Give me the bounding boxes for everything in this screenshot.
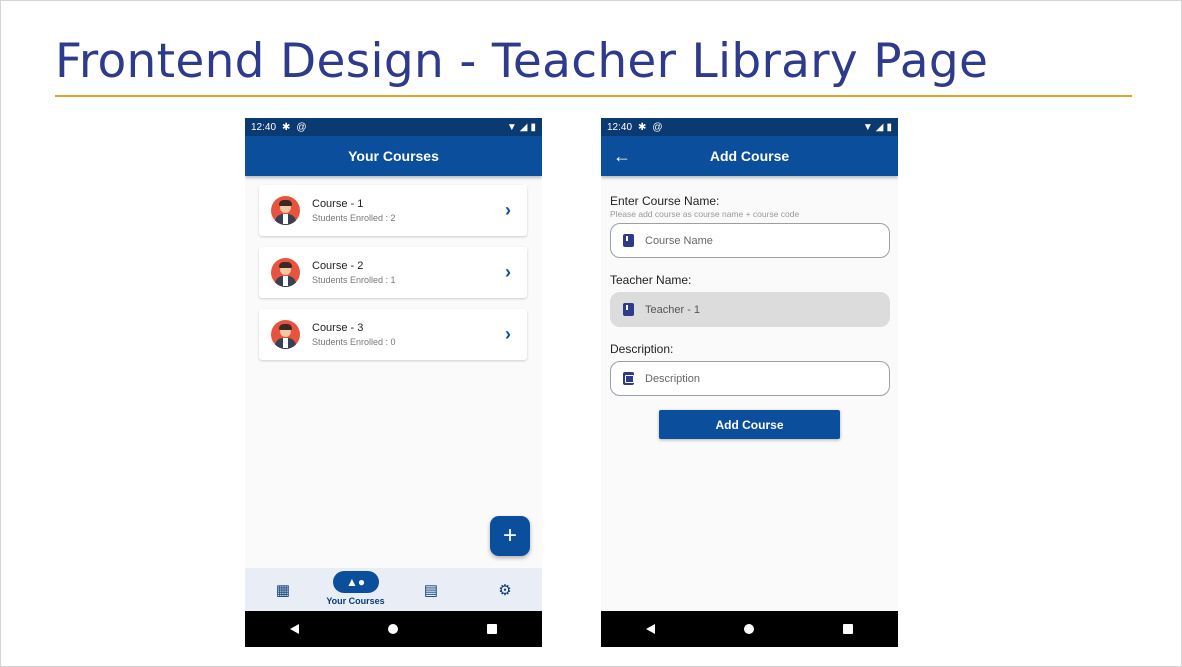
chevron-right-icon[interactable]: › <box>505 324 511 345</box>
course-name-hint: Please add course as course name + cours… <box>610 209 800 219</box>
status-bar: 12:40 ✱ @ ▼ ◢ ▮ <box>245 118 542 136</box>
course-card[interactable]: Course - 3 Students Enrolled : 0 › <box>259 309 527 360</box>
course-enrolled: Students Enrolled : 0 <box>312 337 396 347</box>
course-card[interactable]: Course - 1 Students Enrolled : 2 › <box>259 185 527 236</box>
course-enrolled: Students Enrolled : 1 <box>312 275 396 285</box>
course-name: Course - 3 <box>312 322 364 334</box>
back-triangle-icon[interactable] <box>645 624 655 634</box>
bottom-nav: ▦ ▲● Your Courses ▤ ⚙ <box>245 568 542 611</box>
teacher-avatar-icon <box>271 320 300 349</box>
book-icon <box>623 234 634 247</box>
description-field[interactable] <box>610 361 890 396</box>
system-nav-bar <box>245 611 542 647</box>
title-divider <box>55 95 1132 97</box>
description-label: Description: <box>610 342 674 356</box>
chevron-right-icon[interactable]: › <box>505 262 511 283</box>
battery-icon: ▮ <box>530 121 536 133</box>
phone-your-courses: 12:40 ✱ @ ▼ ◢ ▮ Your Courses Course - 1 … <box>245 118 542 647</box>
slide-border <box>0 0 1182 667</box>
at-icon: @ <box>652 121 663 133</box>
nav-dashboard[interactable]: ▦ <box>273 568 293 611</box>
teacher-name-field: Teacher - 1 <box>610 292 890 327</box>
course-name: Course - 1 <box>312 198 364 210</box>
dashboard-icon: ▦ <box>275 582 291 599</box>
nav-your-courses[interactable]: ▲● Your Courses <box>323 568 388 611</box>
course-enrolled: Students Enrolled : 2 <box>312 213 396 223</box>
description-icon <box>623 372 634 385</box>
nav-chat[interactable]: ▤ <box>421 568 441 611</box>
app-bar: Your Courses <box>245 136 542 176</box>
teacher-name-value: Teacher - 1 <box>645 303 701 316</box>
course-name: Course - 2 <box>312 260 364 272</box>
app-bar: ← Add Course <box>601 136 898 176</box>
teacher-avatar-icon <box>271 258 300 287</box>
course-name-field[interactable] <box>610 223 890 258</box>
chat-icon: ▤ <box>423 582 439 599</box>
screen-title: Your Courses <box>348 148 439 164</box>
slide-title: Frontend Design - Teacher Library Page <box>55 34 989 89</box>
wifi-icon: ▼ <box>862 121 873 133</box>
teacher-name-label: Teacher Name: <box>610 273 692 287</box>
signal-icon: ◢ <box>519 121 528 133</box>
course-name-input[interactable] <box>645 234 845 247</box>
add-course-form: Enter Course Name: Please add course as … <box>610 194 890 396</box>
arrow-back-icon[interactable]: ← <box>613 146 631 167</box>
back-triangle-icon[interactable] <box>289 624 299 634</box>
book-icon <box>623 303 634 316</box>
recents-square-icon[interactable] <box>843 624 854 634</box>
home-circle-icon[interactable] <box>387 624 398 634</box>
phone-add-course: 12:40 ✱ @ ▼ ◢ ▮ ← Add Course Enter Cours… <box>601 118 898 647</box>
teacher-avatar-icon <box>271 196 300 225</box>
add-course-fab[interactable]: + <box>490 516 530 556</box>
screen-title: Add Course <box>709 148 790 164</box>
status-bar: 12:40 ✱ @ ▼ ◢ ▮ <box>601 118 898 136</box>
add-course-button[interactable]: Add Course <box>659 410 840 439</box>
status-time: 12:40 <box>607 121 633 133</box>
at-icon: @ <box>296 121 307 133</box>
course-card[interactable]: Course - 2 Students Enrolled : 1 › <box>259 247 527 298</box>
chevron-right-icon[interactable]: › <box>505 200 511 221</box>
battery-icon: ▮ <box>886 121 892 133</box>
signal-icon: ◢ <box>875 121 884 133</box>
settings-icon: ⚙ <box>498 582 512 599</box>
nav-settings[interactable]: ⚙ <box>495 568 515 611</box>
nav-label: Your Courses <box>326 596 385 606</box>
gear-icon: ✱ <box>638 121 647 133</box>
shapes-icon: ▲● <box>332 571 379 593</box>
description-input[interactable] <box>645 372 845 385</box>
home-circle-icon[interactable] <box>743 624 754 634</box>
status-time: 12:40 <box>251 121 277 133</box>
system-nav-bar <box>601 611 898 647</box>
wifi-icon: ▼ <box>506 121 517 133</box>
course-name-label: Enter Course Name: <box>610 194 720 208</box>
recents-square-icon[interactable] <box>487 624 498 634</box>
gear-icon: ✱ <box>282 121 291 133</box>
